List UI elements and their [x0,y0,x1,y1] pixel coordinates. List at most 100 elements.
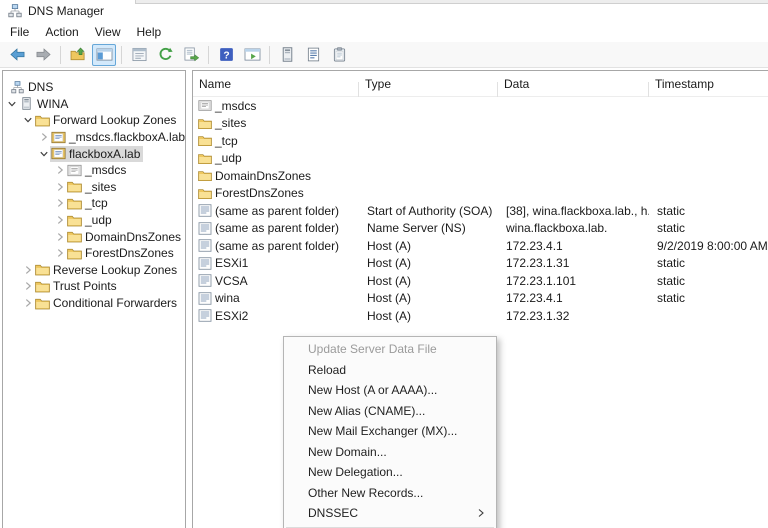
properties-button[interactable] [127,44,151,66]
context-menu-item-reload[interactable]: Reload [284,360,496,381]
clipboard-button[interactable] [327,44,351,66]
dns-root-icon [10,81,25,94]
refresh-button[interactable] [153,44,177,66]
menu-help[interactable]: Help [129,22,170,42]
back-button[interactable] [5,44,29,66]
list-row-wina[interactable]: winaHost (A)172.23.4.1static [193,290,768,308]
context-menu-item-dnssec[interactable]: DNSSEC [284,503,496,524]
toolbar-separator [208,46,209,64]
chevron-right-icon[interactable] [54,231,66,243]
folder-icon [67,180,82,193]
tree-item-dns[interactable]: DNS [3,79,185,96]
record-icon [198,222,212,235]
up-one-level-button[interactable] [66,44,90,66]
chevron-right-icon[interactable] [38,131,50,143]
list-row-sites[interactable]: _sites [193,115,768,133]
tree-item-trust-points[interactable]: Trust Points [3,278,185,295]
menu-item-label: Other New Records... [308,486,423,500]
tree-item-conditional-forwarders[interactable]: Conditional Forwarders [3,295,185,312]
show-console-tree-button[interactable] [92,44,116,66]
zone-icon [51,147,66,160]
forward-button[interactable] [31,44,55,66]
tree-item-reverse-lookup-zones[interactable]: Reverse Lookup Zones [3,262,185,279]
tree-node: Conditional Forwarders [34,295,180,311]
chevron-right-icon[interactable] [22,280,34,292]
list-row-esxi2[interactable]: ESXi2Host (A)172.23.1.32 [193,307,768,325]
list-row-esxi1[interactable]: ESXi1Host (A)172.23.1.31static [193,255,768,273]
context-menu-item-new-mail-exchanger-mx[interactable]: New Mail Exchanger (MX)... [284,421,496,442]
record-list-button[interactable] [301,44,325,66]
column-header-type[interactable]: Type [359,77,498,91]
menu-file[interactable]: File [2,22,37,42]
row-name-cell: (same as parent folder) [193,221,359,235]
row-name-cell: wina [193,291,359,305]
list-row-same-as-parent-folder[interactable]: (same as parent folder)Name Server (NS)w… [193,220,768,238]
row-data: 172.23.1.32 [498,309,649,323]
row-name: _msdcs [215,99,256,113]
chevron-right-icon[interactable] [22,264,34,276]
list-row-msdcs[interactable]: _msdcs [193,97,768,115]
context-menu-item-other-new-records[interactable]: Other New Records... [284,483,496,504]
context-menu-item-new-domain[interactable]: New Domain... [284,442,496,463]
tree-item-sites[interactable]: _sites [3,179,185,196]
export-list-button[interactable] [179,44,203,66]
folder-icon [198,187,212,200]
column-header-timestamp[interactable]: Timestamp [649,77,768,91]
chevron-right-icon[interactable] [54,197,66,209]
chevron-right-icon[interactable] [54,214,66,226]
row-name: VCSA [215,274,248,288]
row-type: Host (A) [359,309,498,323]
tree-item-msdcs-flackboxa-lab[interactable]: _msdcs.flackboxA.lab [3,129,185,146]
menu-item-label: New Mail Exchanger (MX)... [308,424,457,438]
chevron-right-icon[interactable] [54,247,66,259]
list-row-domaindnszones[interactable]: DomainDnsZones [193,167,768,185]
row-type: Host (A) [359,274,498,288]
context-menu-item-new-alias-cname[interactable]: New Alias (CNAME)... [284,401,496,422]
tree-node: DNS [9,79,56,95]
chevron-down-icon[interactable] [38,148,50,160]
toolbar [0,42,768,68]
row-type: Host (A) [359,291,498,305]
menu-view[interactable]: View [87,22,129,42]
chevron-down-icon[interactable] [6,98,18,110]
chevron-right-icon[interactable] [54,181,66,193]
tree-node: _sites [66,179,119,195]
tree-item-forward-lookup-zones[interactable]: Forward Lookup Zones [3,112,185,129]
tree-node: _tcp [66,195,111,211]
record-list-icon [305,47,322,62]
list-row-forestdnszones[interactable]: ForestDnsZones [193,185,768,203]
row-name: (same as parent folder) [215,221,339,235]
context-menu-item-update-server-data-file[interactable]: Update Server Data File [284,339,496,360]
chevron-right-icon[interactable] [22,297,34,309]
list-row-vcsa[interactable]: VCSAHost (A)172.23.1.101static [193,272,768,290]
tree-item-domaindnszones[interactable]: DomainDnsZones [3,228,185,245]
server-button[interactable] [275,44,299,66]
context-menu-item-new-delegation[interactable]: New Delegation... [284,462,496,483]
tree-item-wina[interactable]: WINA [3,96,185,113]
list-row-tcp[interactable]: _tcp [193,132,768,150]
context-menu-item-new-host-a-or-aaaa[interactable]: New Host (A or AAAA)... [284,380,496,401]
tree-item-msdcs[interactable]: _msdcs [3,162,185,179]
folder-icon [35,297,50,310]
tree-item-udp[interactable]: _udp [3,212,185,229]
new-window-button[interactable] [240,44,264,66]
list-body: _msdcs _sites_tcp_udp DomainDnsZonesForest… [193,97,768,325]
tree-item-tcp[interactable]: _tcp [3,195,185,212]
menu-item-label: DNSSEC [308,506,358,520]
list-row-same-as-parent-folder[interactable]: (same as parent folder)Host (A)172.23.4.… [193,237,768,255]
record-icon [198,292,212,305]
help-button[interactable] [214,44,238,66]
tree-item-forestdnszones[interactable]: ForestDnsZones [3,245,185,262]
column-header-name[interactable]: Name [193,77,359,91]
menu-action[interactable]: Action [37,22,86,42]
console-tree-pane[interactable]: DNSWINAForward Lookup Zones_msdcs.flackb… [2,70,186,528]
row-name: _udp [215,151,242,165]
chevron-down-icon[interactable] [22,114,34,126]
row-timestamp: static [649,291,768,305]
chevron-right-icon[interactable] [54,164,66,176]
list-row-same-as-parent-folder[interactable]: (same as parent folder)Start of Authorit… [193,202,768,220]
window-title: DNS Manager [28,4,104,18]
tree-item-flackboxa-lab[interactable]: flackboxA.lab [3,145,185,162]
list-row-udp[interactable]: _udp [193,150,768,168]
column-header-data[interactable]: Data [498,77,649,91]
